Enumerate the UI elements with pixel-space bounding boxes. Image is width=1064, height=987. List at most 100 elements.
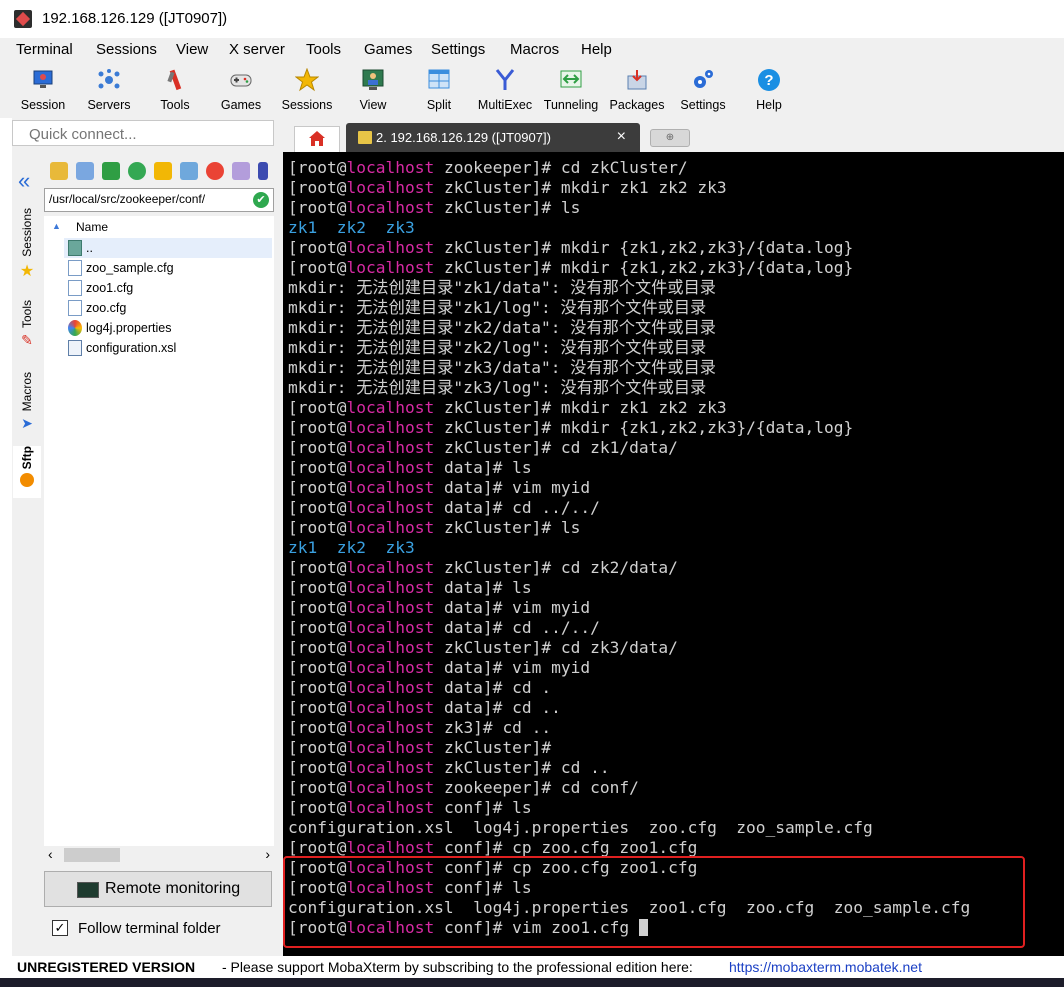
toolbar-split-button[interactable]: Split bbox=[406, 64, 472, 116]
toolbar-sessions-button[interactable]: Sessions bbox=[274, 64, 340, 116]
prompt-command: cd ../../ bbox=[512, 618, 600, 637]
sftp-parent-folder-icon[interactable] bbox=[50, 162, 68, 180]
file-row[interactable]: log4j.properties bbox=[64, 318, 272, 338]
prompt-hostname: localhost bbox=[346, 558, 435, 577]
split-window-icon bbox=[427, 68, 451, 92]
menu-x-server[interactable]: X server bbox=[229, 41, 285, 58]
prompt-hostname: localhost bbox=[346, 438, 435, 457]
terminal-line: [root@localhost zkCluster]# ls bbox=[288, 198, 970, 218]
toolbar-help-button[interactable]: ? Help bbox=[736, 64, 802, 116]
prompt-text: [root@ bbox=[288, 638, 347, 657]
side-tab-sessions[interactable]: Sessions ★ bbox=[13, 208, 41, 294]
quick-connect-input[interactable] bbox=[27, 122, 271, 146]
prompt-text: [root@ bbox=[288, 718, 347, 737]
terminal-line: [root@localhost conf]# cp zoo.cfg zoo1.c… bbox=[288, 838, 970, 858]
file-row[interactable]: zoo.cfg bbox=[64, 298, 272, 318]
menu-help[interactable]: Help bbox=[581, 41, 612, 58]
sftp-delete-icon[interactable] bbox=[206, 162, 224, 180]
prompt-text: zkCluster]# bbox=[434, 198, 561, 217]
menu-sessions[interactable]: Sessions bbox=[96, 41, 157, 58]
path-ok-check-icon[interactable]: ✔ bbox=[253, 192, 269, 208]
menu-settings[interactable]: Settings bbox=[431, 41, 485, 58]
follow-terminal-checkbox[interactable]: ✓ bbox=[52, 920, 68, 936]
prompt-text: [root@ bbox=[288, 478, 347, 497]
menu-macros[interactable]: Macros bbox=[510, 41, 559, 58]
toolbar-session-button[interactable]: Session bbox=[10, 64, 76, 116]
prompt-command: cd zk2/data/ bbox=[560, 558, 678, 577]
close-tab-icon[interactable]: × bbox=[617, 128, 626, 146]
menu-view[interactable]: View bbox=[176, 41, 208, 58]
prompt-command: ls bbox=[512, 458, 532, 477]
menu-tools[interactable]: Tools bbox=[306, 41, 341, 58]
side-tab-sftp[interactable]: Sftp bbox=[13, 446, 41, 498]
prompt-text: [root@ bbox=[288, 698, 347, 717]
command-output: mkdir: 无法创建目录"zk3/data": 没有那个文件或目录 bbox=[288, 358, 716, 377]
toolbar-settings-button[interactable]: Settings bbox=[670, 64, 736, 116]
new-tab-button[interactable]: ⊕ bbox=[650, 129, 690, 147]
sftp-new-folder-icon[interactable] bbox=[154, 162, 172, 180]
sftp-upload-icon[interactable] bbox=[102, 162, 120, 180]
cfg-file-icon bbox=[68, 300, 82, 316]
toolbar-multiexec-button[interactable]: MultiExec bbox=[472, 64, 538, 116]
toolbar-tools-button[interactable]: Tools bbox=[142, 64, 208, 116]
toolbar-games-button[interactable]: Games bbox=[208, 64, 274, 116]
prompt-text: zkCluster]# bbox=[434, 398, 561, 417]
scroll-right-arrow-icon[interactable]: › bbox=[265, 846, 270, 862]
horizontal-scrollbar[interactable]: ‹ › bbox=[44, 846, 274, 864]
prompt-hostname: localhost bbox=[346, 198, 435, 217]
sftp-download-icon[interactable] bbox=[76, 162, 94, 180]
file-row[interactable]: configuration.xsl bbox=[64, 338, 272, 358]
prompt-text: data]# bbox=[434, 458, 513, 477]
mobaxterm-link[interactable]: https://mobaxterm.mobatek.net bbox=[729, 959, 922, 975]
prompt-text: zkCluster]# bbox=[434, 418, 561, 437]
column-name-header[interactable]: Name bbox=[76, 220, 108, 234]
tools-icon bbox=[163, 68, 187, 92]
sftp-path-bar[interactable]: /usr/local/src/zookeeper/conf/ ✔ bbox=[44, 188, 274, 212]
directory-listing: zk1 zk2 zk3 bbox=[288, 538, 415, 557]
monitor-graph-icon bbox=[77, 882, 99, 898]
file-row-parent[interactable]: .. bbox=[64, 238, 272, 258]
side-tab-tools[interactable]: Tools ✎ bbox=[13, 300, 41, 366]
toolbar-servers-button[interactable]: Servers bbox=[76, 64, 142, 116]
terminal-view[interactable]: [root@localhost zookeeper]# cd zkCluster… bbox=[283, 152, 1064, 956]
follow-terminal-folder-option[interactable]: ✓ Follow terminal folder bbox=[52, 918, 277, 940]
toolbar-tunneling-button[interactable]: Tunneling bbox=[538, 64, 604, 116]
prompt-text: data]# bbox=[434, 598, 513, 617]
prompt-hostname: localhost bbox=[346, 738, 435, 757]
mobaxterm-app-icon bbox=[14, 10, 32, 28]
menu-games[interactable]: Games bbox=[364, 41, 412, 58]
terminal-line: [root@localhost zkCluster]# cd zk1/data/ bbox=[288, 438, 970, 458]
prompt-text: zkCluster]# bbox=[434, 238, 561, 257]
scroll-left-arrow-icon[interactable]: ‹ bbox=[48, 846, 53, 862]
session-tab-active[interactable]: 2. 192.168.126.129 ([JT0907]) × bbox=[346, 123, 640, 152]
prompt-hostname: localhost bbox=[346, 758, 435, 777]
sftp-more-icon[interactable] bbox=[258, 162, 268, 180]
prompt-text: data]# bbox=[434, 478, 513, 497]
sftp-new-file-icon[interactable] bbox=[180, 162, 198, 180]
terminal-line: mkdir: 无法创建目录"zk3/log": 没有那个文件或目录 bbox=[288, 378, 970, 398]
prompt-text: [root@ bbox=[288, 778, 347, 797]
xsl-file-icon bbox=[68, 340, 82, 356]
sftp-refresh-icon[interactable] bbox=[128, 162, 146, 180]
directory-listing: zk1 zk2 zk3 bbox=[288, 218, 415, 237]
scroll-thumb[interactable] bbox=[64, 848, 120, 862]
remote-monitoring-button[interactable]: Remote monitoring bbox=[44, 871, 272, 907]
sftp-rename-icon[interactable] bbox=[232, 162, 250, 180]
sftp-panel: /usr/local/src/zookeeper/conf/ ✔ ▲ Name … bbox=[42, 150, 277, 960]
menu-terminal[interactable]: Terminal bbox=[16, 41, 73, 58]
prompt-text: [root@ bbox=[288, 758, 347, 777]
terminal-line: [root@localhost zkCluster]# bbox=[288, 738, 970, 758]
file-row[interactable]: zoo_sample.cfg bbox=[64, 258, 272, 278]
prompt-text: zookeeper]# bbox=[434, 778, 561, 797]
prompt-text: [root@ bbox=[288, 798, 347, 817]
collapse-sidebar-icon[interactable]: « bbox=[18, 168, 30, 194]
prompt-text: [root@ bbox=[288, 258, 347, 277]
home-tab[interactable] bbox=[294, 126, 340, 152]
prompt-hostname: localhost bbox=[346, 578, 435, 597]
toolbar-view-button[interactable]: View bbox=[340, 64, 406, 116]
terminal-line: [root@localhost zkCluster]# mkdir zk1 zk… bbox=[288, 178, 970, 198]
file-row[interactable]: zoo1.cfg bbox=[64, 278, 272, 298]
toolbar-packages-button[interactable]: Packages bbox=[604, 64, 670, 116]
side-tab-macros[interactable]: Macros ➤ bbox=[13, 372, 41, 442]
prompt-hostname: localhost bbox=[346, 698, 435, 717]
